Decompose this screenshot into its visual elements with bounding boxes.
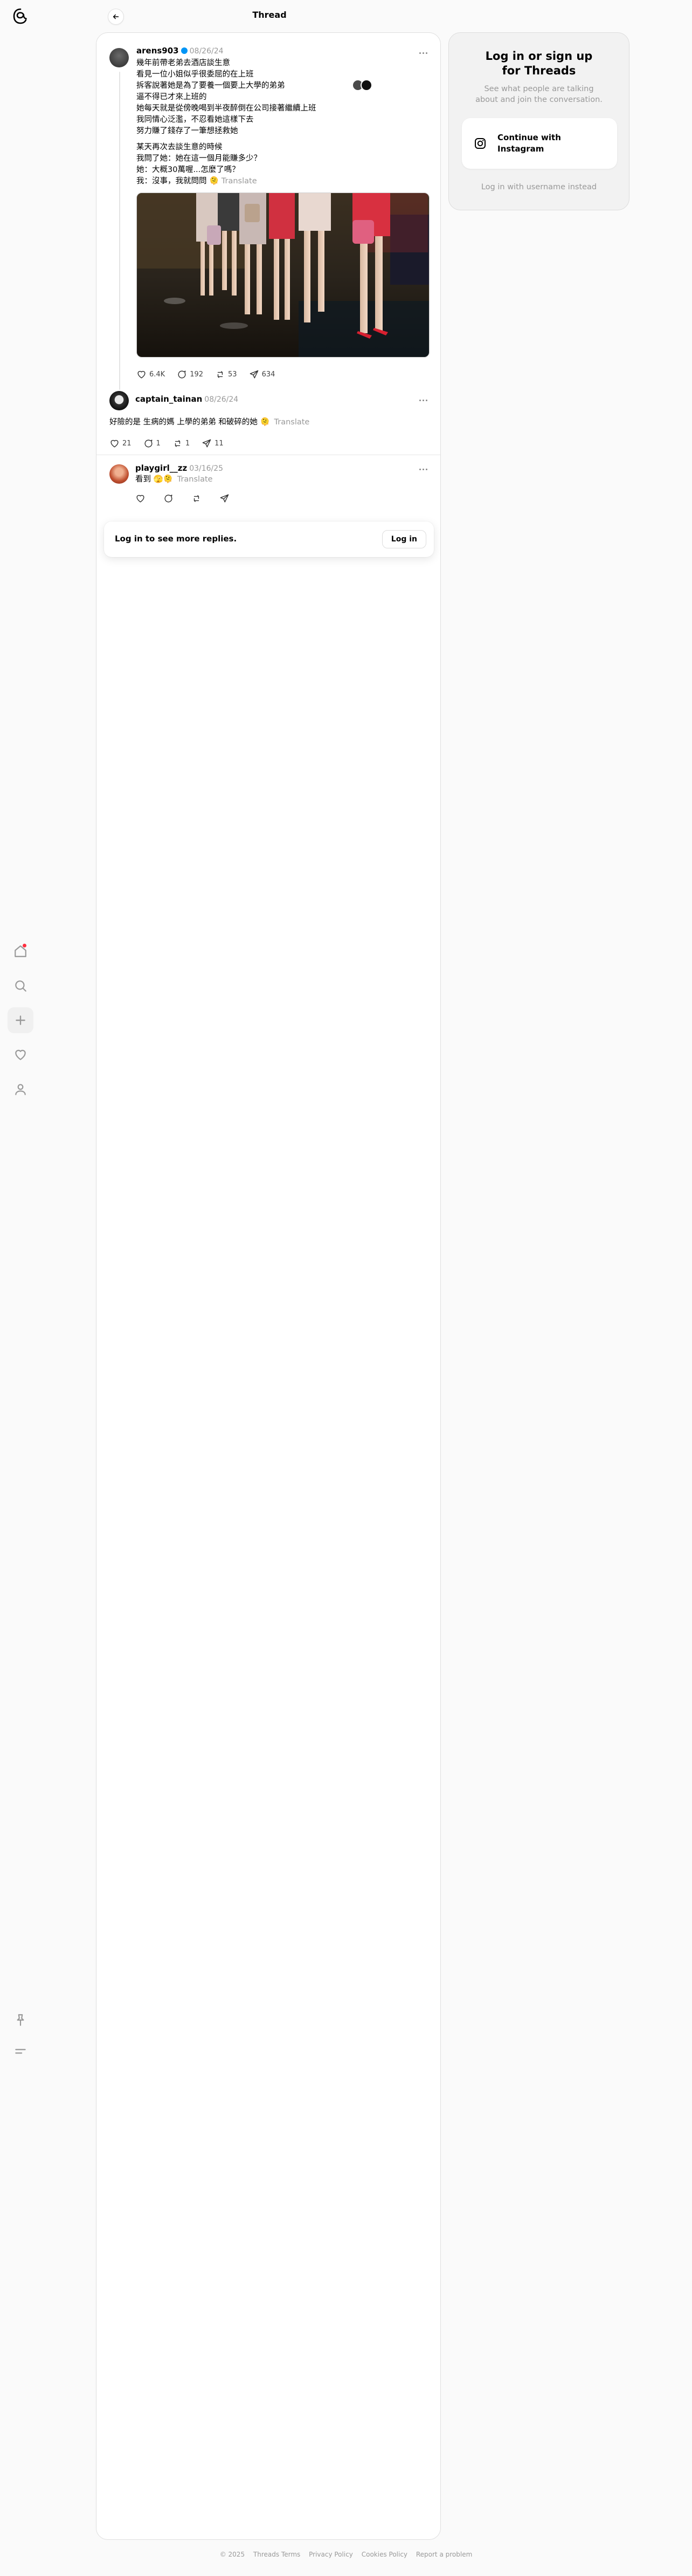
repost-button[interactable]: 1: [172, 438, 190, 449]
share-count: 634: [261, 370, 275, 379]
heart-icon[interactable]: [8, 1042, 33, 1068]
avatar[interactable]: [109, 464, 129, 484]
more-options-button[interactable]: [417, 395, 430, 405]
post-text: 看到: [135, 475, 154, 484]
footer-link-terms[interactable]: Threads Terms: [253, 2551, 300, 2558]
like-count: 21: [122, 439, 132, 448]
repost-button[interactable]: [191, 493, 204, 504]
page-title: Thread: [252, 10, 287, 20]
like-button[interactable]: 6.4K: [136, 369, 165, 380]
repost-count: 1: [185, 439, 190, 448]
thread-line: [119, 72, 120, 390]
username[interactable]: captain_tainan: [135, 394, 202, 404]
notification-dot: [23, 944, 26, 947]
avatar[interactable]: [109, 48, 129, 67]
back-button[interactable]: [108, 9, 124, 25]
reply-button[interactable]: [163, 493, 176, 504]
like-button[interactable]: [135, 493, 148, 504]
footer-link-privacy[interactable]: Privacy Policy: [309, 2551, 353, 2558]
search-icon[interactable]: [8, 973, 33, 999]
menu-icon[interactable]: [8, 2038, 33, 2064]
more-options-button[interactable]: [417, 464, 430, 474]
repost-icon: [217, 371, 223, 378]
login-panel-title: Log in or sign up for Threads: [485, 50, 593, 77]
verified-badge-icon: [181, 47, 188, 54]
post-header: captain_tainan 08/26/24: [135, 394, 238, 404]
reply-button[interactable]: 1: [143, 438, 161, 449]
avatar[interactable]: [109, 391, 129, 410]
login-button[interactable]: Log in: [382, 530, 426, 548]
repost-count: 53: [228, 370, 237, 379]
post-text: 幾年前帶老弟去酒店談生意 看見一位小姐似乎很委屈的在上班 拆客說著她是為了要養一…: [136, 59, 316, 135]
username-login-link[interactable]: Log in with username instead: [449, 183, 629, 191]
home-icon[interactable]: [8, 938, 33, 964]
repost-button[interactable]: 53: [215, 369, 237, 380]
reply-count: 1: [156, 439, 161, 448]
post-actions: 6.4K 192 53 634: [136, 369, 287, 380]
post-text-row: 看到 🫣🫠 Translate: [135, 474, 416, 485]
post-header: arens903 08/26/24: [136, 46, 224, 56]
heart-icon: [136, 494, 144, 503]
share-count: 11: [214, 439, 224, 448]
post-date[interactable]: 08/26/24: [204, 395, 238, 404]
username[interactable]: playgirl__zz: [135, 463, 187, 473]
post-date[interactable]: 08/26/24: [190, 47, 224, 56]
instagram-button-label: Continue with Instagram: [497, 133, 561, 154]
share-button[interactable]: 634: [249, 369, 275, 380]
reply-button[interactable]: 192: [177, 369, 203, 380]
continue-with-instagram-button[interactable]: Continue with Instagram: [462, 118, 617, 169]
translate-link[interactable]: Translate: [177, 475, 213, 484]
reply-count: 192: [190, 370, 204, 379]
footer: © 2025 Threads Terms Privacy Policy Cook…: [0, 2551, 692, 2558]
pin-icon[interactable]: [8, 2007, 33, 2033]
instagram-icon: [475, 138, 486, 149]
login-prompt-text: Log in to see more replies.: [115, 534, 237, 544]
comment-icon: [164, 494, 172, 503]
translate-link[interactable]: Translate: [274, 418, 310, 427]
comment-icon: [178, 370, 186, 379]
post-actions: [135, 493, 244, 504]
more-options-button[interactable]: [417, 48, 430, 58]
login-panel: Log in or sign up for Threads See what p…: [448, 32, 629, 210]
user-icon[interactable]: [8, 1076, 33, 1102]
post-text-row: 好險的是 生病的媽 上學的弟弟 和破碎的她 🫠 Translate: [109, 417, 422, 428]
share-icon: [202, 439, 211, 448]
post-text: 好險的是 生病的媽 上學的弟弟 和破碎的她: [109, 418, 260, 427]
footer-link-cookies[interactable]: Cookies Policy: [362, 2551, 407, 2558]
post-date[interactable]: 03/16/25: [189, 464, 223, 473]
post-text-continued: 某天再次去談生意的時候 我問了她：她在這一個月能賺多少？ 她：大概30萬喔...…: [136, 142, 417, 187]
like-count: 6.4K: [149, 370, 165, 379]
username[interactable]: arens903: [136, 46, 179, 56]
comment-icon: [144, 439, 153, 448]
share-icon: [250, 370, 258, 379]
heart-icon: [137, 370, 146, 379]
emoji: 🫠: [260, 418, 270, 427]
share-icon: [220, 494, 229, 503]
post-image[interactable]: [136, 193, 430, 358]
login-panel-subtitle: See what people are talking about and jo…: [475, 85, 603, 104]
repost-icon: [175, 440, 180, 447]
heart-icon: [110, 439, 119, 448]
post-header: playgirl__zz 03/16/25: [135, 463, 223, 473]
share-button[interactable]: [219, 493, 232, 504]
arrow-left-icon: [113, 14, 119, 19]
emoji: 🫠: [206, 177, 222, 186]
repost-icon: [193, 495, 199, 502]
share-button[interactable]: 11: [202, 438, 224, 449]
thread-card: arens903 08/26/24 幾年前帶老弟去酒店談生意 看見一位小姐似乎很委…: [96, 32, 441, 2540]
plus-icon[interactable]: [8, 1007, 33, 1033]
like-button[interactable]: 21: [109, 438, 132, 449]
login-prompt: Log in to see more replies. Log in: [104, 521, 434, 557]
footer-link-report[interactable]: Report a problem: [416, 2551, 472, 2558]
translate-link[interactable]: Translate: [222, 177, 257, 186]
threads-logo-icon[interactable]: [12, 8, 29, 25]
emoji: 🫣🫠: [153, 475, 173, 484]
post-actions: 21 1 1 11: [109, 438, 236, 449]
copyright: © 2025: [219, 2551, 245, 2558]
